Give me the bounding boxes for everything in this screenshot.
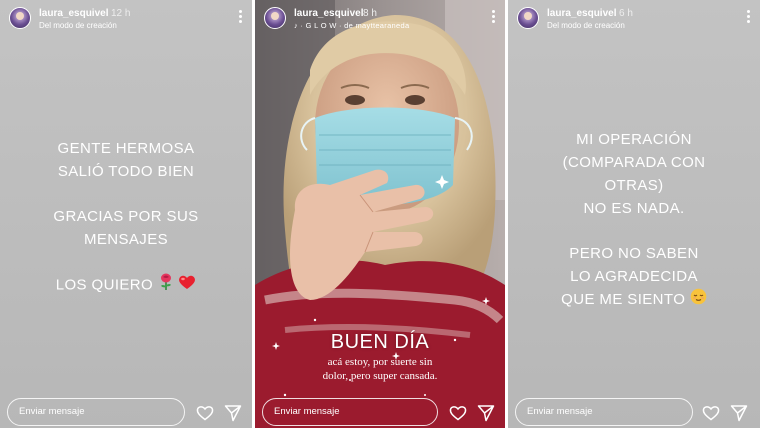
send-message-input[interactable]: Enviar mensaje xyxy=(7,398,185,426)
send-message-input[interactable]: Enviar mensaje xyxy=(262,398,438,426)
caption-line: NO ES NADA. xyxy=(583,200,685,217)
username[interactable]: laura_esquivel xyxy=(39,8,108,19)
story-overlay-text: BUEN DÍA acá estoy, por suerte sin dolor… xyxy=(255,330,505,383)
story-header: laura_esquivel 12 h Del modo de creación xyxy=(0,4,252,34)
caption-line: SALIÓ TODO BIEN xyxy=(57,163,195,180)
username[interactable]: laura_esquivel xyxy=(547,8,616,19)
send-icon[interactable] xyxy=(730,404,748,422)
story-panel-1[interactable]: laura_esquivel 12 h Del modo de creación… xyxy=(0,0,252,428)
more-options-icon[interactable] xyxy=(747,10,750,24)
caption-line: LO AGRADECIDA xyxy=(570,268,698,285)
red-heart-emoji xyxy=(178,274,196,297)
buen-dia-title: BUEN DÍA xyxy=(330,331,430,353)
avatar[interactable] xyxy=(517,7,539,29)
heart-icon[interactable] xyxy=(196,405,214,421)
story-caption: GENTE HERMOSA SALIÓ TODO BIEN GRACIAS PO… xyxy=(0,137,252,298)
post-time: 6 h xyxy=(619,8,633,19)
overlay-line: dolor, pero super cansada. xyxy=(322,370,438,382)
caption-line: MI OPERACIÓN xyxy=(576,131,692,148)
more-options-icon[interactable] xyxy=(239,10,242,24)
caption-line: QUE ME SIENTO xyxy=(561,291,686,308)
story-caption: MI OPERACIÓN (COMPARADA CON OTRAS) NO ES… xyxy=(508,128,760,312)
story-panel-2[interactable]: laura_esquivel 8 h ♪ · G L O W · de mayt… xyxy=(255,0,505,428)
rose-emoji xyxy=(158,273,174,298)
caption-line: MENSAJES xyxy=(83,231,169,248)
send-icon[interactable] xyxy=(224,404,242,422)
heart-icon[interactable] xyxy=(449,405,467,421)
avatar[interactable] xyxy=(9,7,31,29)
music-tag[interactable]: ♪ · G L O W · de mayttearaneda xyxy=(294,21,409,30)
caption-line: GRACIAS POR SUS xyxy=(53,208,199,225)
caption-line: PERO NO SABEN xyxy=(569,245,699,262)
caption-line: GENTE HERMOSA xyxy=(57,140,195,157)
caption-line: OTRAS) xyxy=(604,177,664,194)
avatar[interactable] xyxy=(264,7,286,29)
post-time: 12 h xyxy=(111,8,131,19)
post-time: 8 h xyxy=(363,8,377,19)
message-placeholder: Enviar mensaje xyxy=(274,406,340,417)
send-message-input[interactable]: Enviar mensaje xyxy=(515,398,693,426)
caption-line: (COMPARADA CON xyxy=(562,154,706,171)
story-footer: Enviar mensaje xyxy=(0,392,252,428)
send-icon[interactable] xyxy=(477,404,495,422)
message-placeholder: Enviar mensaje xyxy=(19,406,85,417)
story-header: laura_esquivel 6 h Del modo de creación xyxy=(508,4,760,34)
message-placeholder: Enviar mensaje xyxy=(527,406,593,417)
creation-mode-label: Del modo de creación xyxy=(39,21,117,30)
caption-line: LOS QUIERO xyxy=(55,276,154,294)
story-header: laura_esquivel 8 h ♪ · G L O W · de mayt… xyxy=(255,4,505,34)
story-footer: Enviar mensaje xyxy=(255,392,505,428)
story-footer: Enviar mensaje xyxy=(508,392,760,428)
creation-mode-label: Del modo de creación xyxy=(547,21,625,30)
more-options-icon[interactable] xyxy=(492,10,495,24)
relieved-face-emoji xyxy=(690,288,707,312)
username[interactable]: laura_esquivel xyxy=(294,8,363,19)
heart-icon[interactable] xyxy=(702,405,720,421)
overlay-line: acá estoy, por suerte sin xyxy=(327,356,433,368)
story-panel-3[interactable]: laura_esquivel 6 h Del modo de creación … xyxy=(508,0,760,428)
